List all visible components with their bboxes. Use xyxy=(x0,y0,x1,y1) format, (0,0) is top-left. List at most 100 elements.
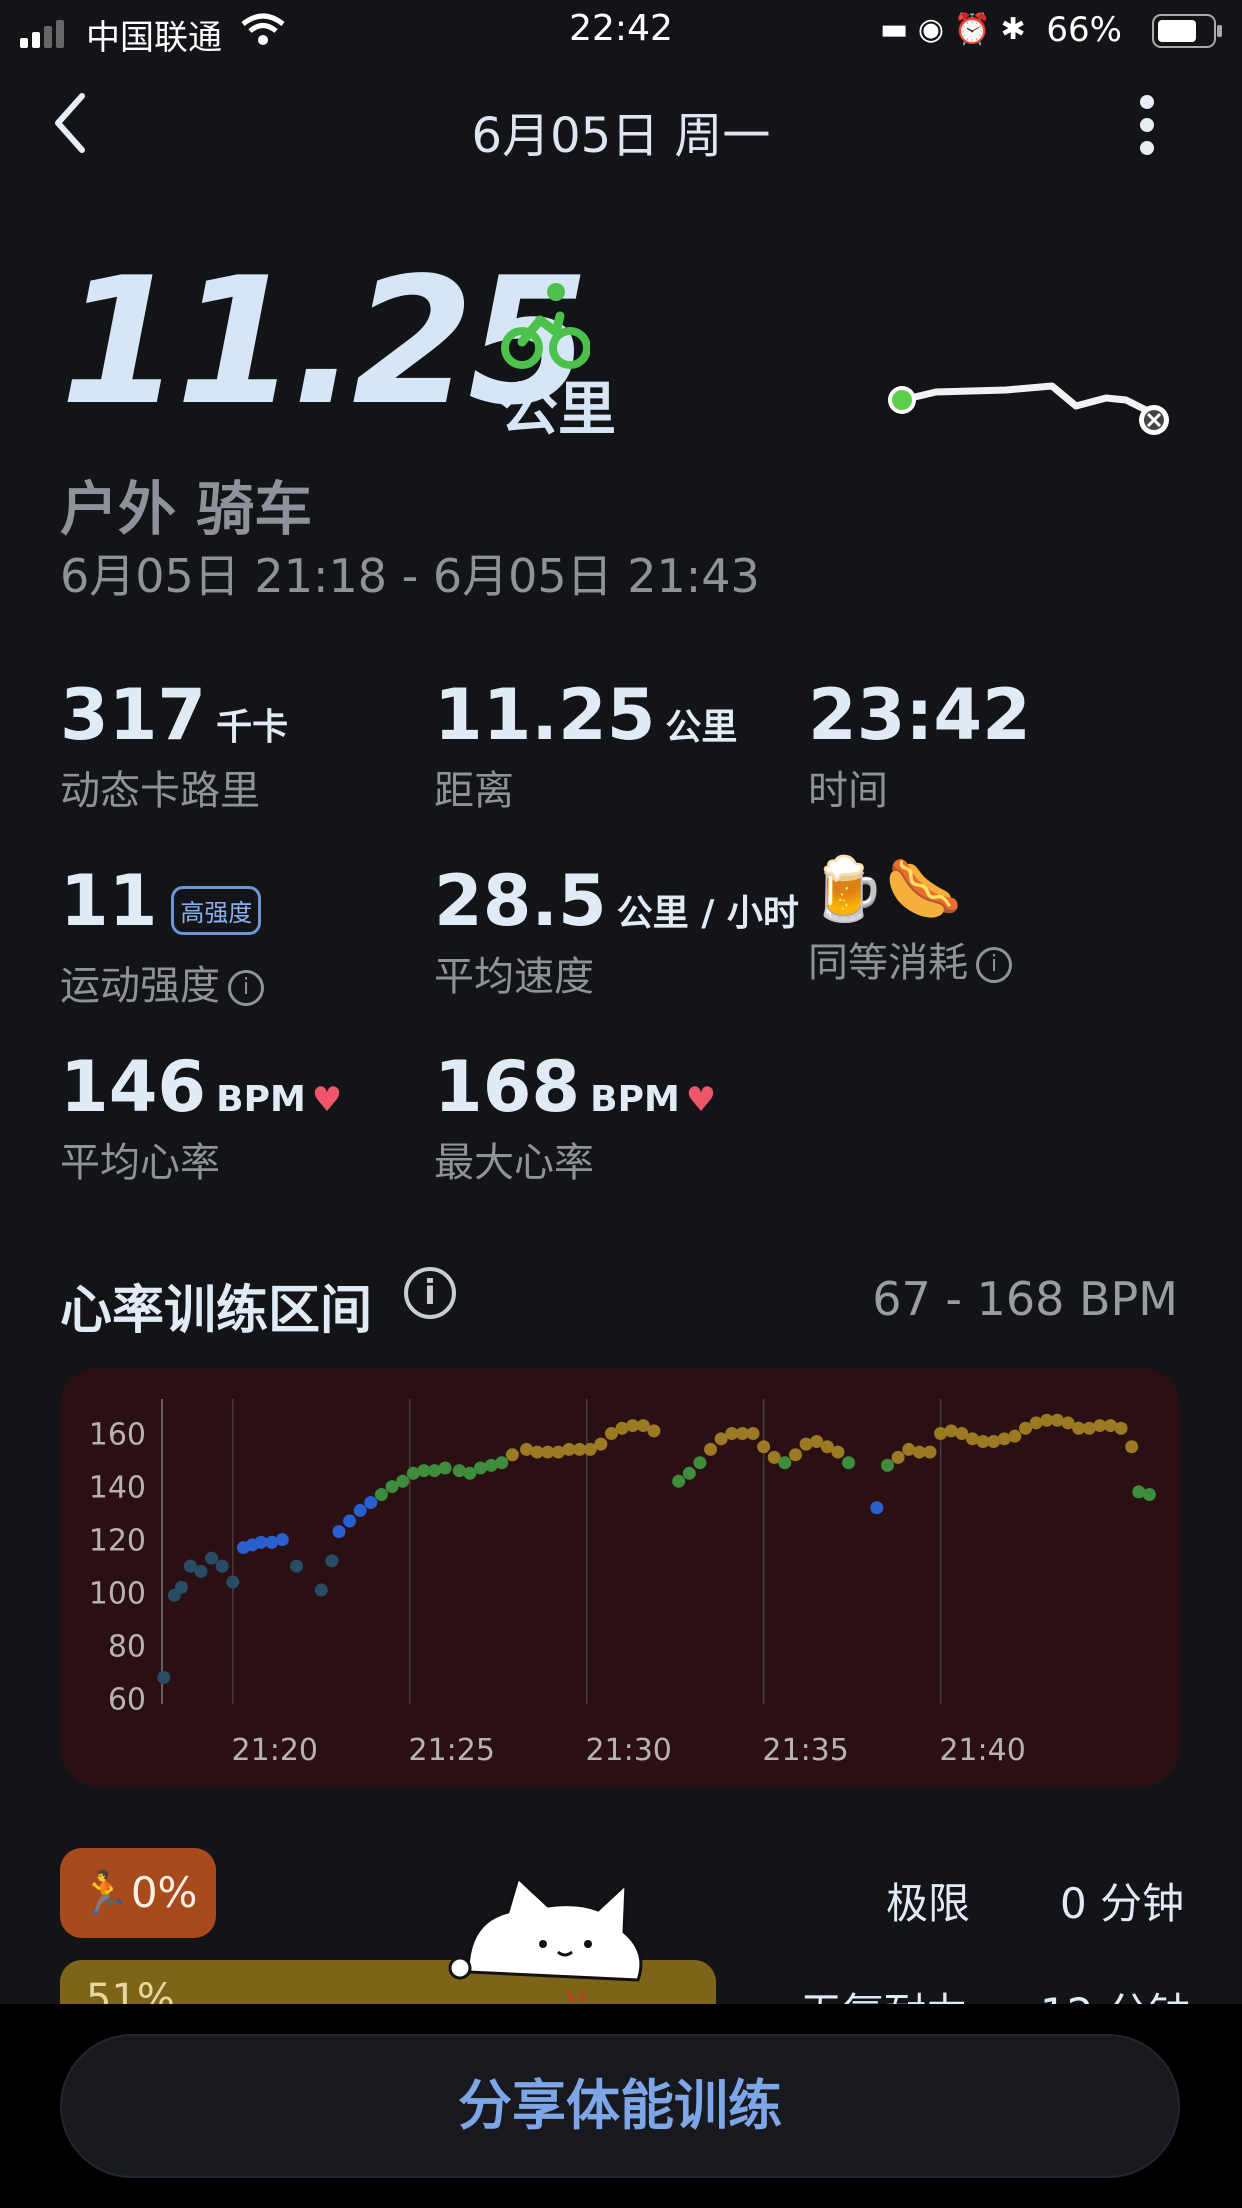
hr-point xyxy=(226,1575,240,1589)
stat-label: 运动强度 xyxy=(60,963,220,1009)
hr-point xyxy=(438,1461,452,1475)
hr-chart-svg: 60 80 100 120 140 160 21:20 21:25 21:30 21:35 21:4… xyxy=(89,1399,1156,1768)
info-icon[interactable]: i xyxy=(976,947,1012,983)
stat-label: 距离 xyxy=(434,768,514,814)
hr-point xyxy=(505,1448,519,1462)
stat-value: 23:42 xyxy=(808,674,1031,756)
stat-distance: 11.25 公里 距离 xyxy=(434,680,737,816)
hr-point xyxy=(325,1554,339,1568)
section-title: 心率训练区间 xyxy=(60,1281,373,1341)
hr-point xyxy=(682,1466,696,1480)
stat-max-hr: 168 BPM ♥ 最大心率 xyxy=(434,1052,716,1188)
y-tick-label: 160 xyxy=(89,1418,146,1453)
stat-label: 最大心率 xyxy=(434,1140,594,1186)
x-tick-label: 21:20 xyxy=(232,1733,318,1768)
hr-point xyxy=(1008,1429,1022,1443)
zone-badge-extreme: 🏃0% xyxy=(60,1848,216,1938)
stat-unit: 千卡 xyxy=(216,707,289,748)
stat-label: 平均心率 xyxy=(60,1140,220,1186)
hr-point xyxy=(923,1445,937,1459)
hr-point xyxy=(353,1503,367,1517)
stat-value: 28.5 xyxy=(434,860,607,942)
stat-label: 时间 xyxy=(808,768,888,814)
hr-point xyxy=(364,1495,378,1509)
hr-point xyxy=(746,1427,760,1441)
hr-point xyxy=(343,1514,357,1528)
stat-value: 168 xyxy=(434,1046,581,1128)
battery-icon xyxy=(1152,14,1222,48)
stat-calories: 317 千卡 动态卡路里 xyxy=(60,680,288,816)
stat-value: 11 xyxy=(60,860,158,942)
y-tick-label: 60 xyxy=(108,1683,146,1718)
x-tick-label: 21:40 xyxy=(939,1733,1025,1768)
hr-point xyxy=(205,1551,219,1565)
stat-unit: 公里 / 小时 xyxy=(616,893,799,934)
y-tick-label: 140 xyxy=(89,1471,146,1506)
more-icon[interactable] xyxy=(1132,90,1162,160)
hr-range: 67 - 168 BPM xyxy=(872,1272,1178,1326)
hr-point xyxy=(174,1580,188,1594)
stat-label: 动态卡路里 xyxy=(60,768,260,814)
bike-icon xyxy=(501,283,590,369)
stat-speed: 28.5 公里 / 小时 平均速度 xyxy=(434,866,799,1002)
y-tick-label: 120 xyxy=(89,1524,146,1559)
running-icon: 🏃 xyxy=(78,1868,131,1917)
hr-point xyxy=(1125,1440,1139,1454)
hr-point xyxy=(495,1456,509,1470)
hr-point xyxy=(831,1445,845,1459)
hr-point xyxy=(842,1456,856,1470)
hr-point xyxy=(215,1559,229,1573)
food-icons: 🍺🌭 xyxy=(808,852,963,925)
intensity-badge: 高强度 xyxy=(171,886,262,935)
share-workout-button[interactable]: 分享体能训练 xyxy=(60,2034,1180,2178)
hr-point xyxy=(778,1456,792,1470)
stat-value: 11.25 xyxy=(434,674,656,756)
battery-percent: 66% xyxy=(1046,10,1122,50)
hr-point xyxy=(1142,1488,1156,1502)
hr-point xyxy=(704,1442,718,1456)
hr-point xyxy=(374,1488,388,1502)
heart-icon: ♥ xyxy=(311,1080,343,1120)
y-tick-label: 80 xyxy=(108,1630,146,1665)
hr-point xyxy=(594,1437,608,1451)
stat-value: 317 xyxy=(60,674,207,756)
hr-point xyxy=(880,1458,894,1472)
distance-unit: 公里 xyxy=(500,375,617,443)
hr-point xyxy=(693,1456,707,1470)
hr-point xyxy=(870,1501,884,1515)
hr-point xyxy=(332,1525,346,1539)
time-range: 6月05日 21:18 - 6月05日 21:43 xyxy=(60,549,760,603)
heart-icon: ♥ xyxy=(685,1080,717,1120)
hr-point xyxy=(1114,1421,1128,1435)
hr-point xyxy=(396,1474,410,1488)
hr-point xyxy=(672,1474,686,1488)
hr-point xyxy=(757,1440,771,1454)
route-map[interactable] xyxy=(876,370,1176,440)
info-icon[interactable]: i xyxy=(228,970,264,1006)
hr-point xyxy=(275,1533,289,1547)
stat-avg-hr: 146 BPM ♥ 平均心率 xyxy=(60,1052,342,1188)
status-icons: ▬ ◉ ⏰ ✱ xyxy=(880,12,1026,47)
hr-point xyxy=(194,1564,208,1578)
hr-point xyxy=(891,1450,905,1464)
stat-label: 同等消耗 xyxy=(808,940,968,986)
status-bar: 中国联通 22:42 ▬ ◉ ⏰ ✱ 66% xyxy=(0,0,1242,60)
info-icon[interactable]: i xyxy=(404,1267,456,1319)
x-tick-label: 21:25 xyxy=(408,1733,494,1768)
stat-unit: BPM xyxy=(590,1079,680,1120)
zone-percent: 0% xyxy=(130,1868,198,1917)
hr-point xyxy=(647,1424,661,1438)
hr-point xyxy=(314,1583,328,1597)
zone-minutes: 0 分钟 xyxy=(1060,1879,1185,1928)
zone-name: 极限 xyxy=(886,1879,971,1928)
stat-unit: 公里 xyxy=(665,707,738,748)
cat-sticker xyxy=(448,1875,643,2002)
hr-point xyxy=(788,1448,802,1462)
stat-value: 146 xyxy=(60,1046,207,1128)
stat-equivalent: 🍺🌭 同等消耗 i xyxy=(808,858,1012,988)
stat-duration: 23:42 时间 xyxy=(808,680,1031,816)
page-title: 6月05日 周一 xyxy=(471,108,771,164)
hr-chart[interactable]: 60 80 100 120 140 160 21:20 21:25 21:30 21:35 21:4… xyxy=(60,1367,1180,1787)
y-tick-label: 100 xyxy=(89,1577,146,1612)
hr-point xyxy=(157,1671,171,1685)
